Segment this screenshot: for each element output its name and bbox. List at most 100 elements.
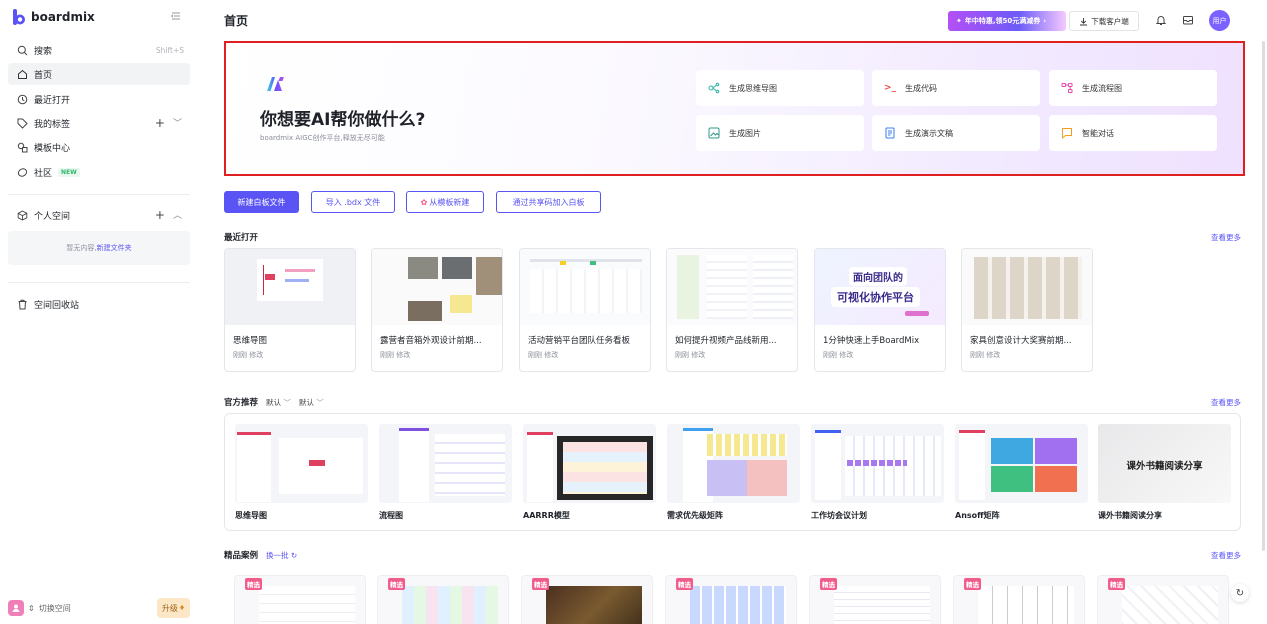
ai-action-slides[interactable]: 生成演示文稿	[872, 115, 1040, 151]
recent-see-more-link[interactable]: 查看更多	[1211, 232, 1241, 243]
new-board-button[interactable]: 新建白板文件	[224, 191, 299, 213]
recent-card[interactable]: 面向团队的 可视化协作平台 1分钟快速上手BoardMix 刚刚 修改	[814, 248, 946, 372]
recent-card[interactable]: 活动营销平台团队任务看板 刚刚 修改	[519, 248, 651, 372]
brand-logo[interactable]: boardmix	[12, 9, 95, 25]
featured-thumbnail	[402, 586, 498, 624]
ai-action-image[interactable]: 生成图片	[696, 115, 864, 151]
new-folder-link[interactable]: 新建文件夹	[97, 243, 132, 253]
ai-action-chat[interactable]: 智能对话	[1049, 115, 1217, 151]
template-card[interactable]: 流程图	[379, 424, 512, 522]
template-name: 思维导图	[235, 511, 267, 520]
thumb-line-1: 面向团队的	[849, 267, 907, 286]
sidebar-item-recent[interactable]: 最近打开	[8, 88, 190, 110]
ai-action-label: 生成思维导图	[729, 83, 777, 93]
new-badge: NEW	[58, 167, 80, 177]
template-card[interactable]: Ansoff矩阵	[955, 424, 1088, 522]
chevron-down-icon[interactable]: ﹀	[173, 116, 182, 130]
filter-label: 默认	[298, 397, 314, 407]
recent-card-time: 刚刚 修改	[970, 351, 1001, 359]
templates-filter-2[interactable]: 默认 ﹀	[299, 397, 324, 408]
promo-text: 年中特惠,领50元满减券	[964, 17, 1041, 25]
thumb-line-2: 可视化协作平台	[831, 287, 920, 307]
empty-text: 暂无内容,	[66, 244, 97, 252]
recent-card[interactable]: 如何提升视频产品线新用... 刚刚 修改	[666, 248, 798, 372]
space-avatar[interactable]	[8, 600, 24, 616]
featured-card[interactable]: 精选	[809, 575, 941, 624]
ai-action-mindmap[interactable]: 生成思维导图	[696, 70, 864, 106]
from-template-label: 从模板新建	[429, 197, 470, 207]
ai-action-flowchart[interactable]: 生成流程图	[1049, 70, 1217, 106]
featured-see-more-link[interactable]: 查看更多	[1211, 550, 1241, 561]
promo-arrow-icon: ›	[1043, 17, 1047, 25]
sidebar-item-label: 搜索	[34, 46, 53, 57]
recent-card[interactable]: 家具创意设计大奖赛前期... 刚刚 修改	[961, 248, 1093, 372]
refresh-batch-button[interactable]: 换一批 ↻	[266, 550, 297, 561]
template-name: 课外书籍阅读分享	[1098, 511, 1162, 520]
template-name: Ansoff矩阵	[955, 511, 1000, 520]
recent-card-name: 家具创意设计大奖赛前期...	[970, 336, 1072, 346]
tag-icon	[16, 117, 28, 129]
template-card[interactable]: 思维导图	[235, 424, 368, 522]
join-by-code-button[interactable]: 通过共享码加入白板	[496, 191, 601, 213]
featured-card[interactable]: 精选	[377, 575, 509, 624]
ai-action-label: 生成图片	[729, 128, 761, 138]
sidebar-item-community[interactable]: 社区 NEW	[8, 161, 190, 183]
user-avatar[interactable]: 用户	[1209, 10, 1230, 31]
featured-card[interactable]: 精选	[1097, 575, 1229, 624]
template-thumbnail	[523, 424, 656, 503]
download-label: 下载客户端	[1091, 16, 1129, 26]
template-card[interactable]: 需求优先级矩阵	[667, 424, 800, 522]
sidebar-item-home[interactable]: 首页	[8, 63, 190, 85]
sidebar-item-trash[interactable]: 空间回收站	[8, 293, 190, 315]
featured-tag: 精选	[964, 578, 981, 590]
refresh-label: 换一批	[266, 550, 289, 560]
sidebar-item-search[interactable]: 搜索 Shift+S	[8, 39, 190, 61]
recent-card[interactable]: 思维导图 刚刚 修改	[224, 248, 356, 372]
featured-tag: 精选	[532, 578, 549, 590]
ai-action-code[interactable]: >_ 生成代码	[872, 70, 1040, 106]
template-icon	[16, 141, 28, 153]
featured-section-title: 精品案例 换一批 ↻	[224, 549, 297, 562]
featured-tag: 精选	[676, 578, 693, 590]
download-client-button[interactable]: 下载客户端	[1069, 11, 1139, 31]
featured-card[interactable]: 精选	[521, 575, 653, 624]
sidebar-item-personal-space[interactable]: 个人空间 + ︿	[8, 204, 190, 226]
switch-space-button[interactable]: 切换空间	[39, 603, 71, 614]
template-thumbnail	[235, 424, 368, 503]
recent-card-name: 活动营销平台团队任务看板	[528, 336, 631, 346]
chevron-up-icon[interactable]: ︿	[173, 208, 182, 222]
app-root: boardmix 搜索 Shift+S 首页 最近打开 我的标签 + ﹀ 模板中…	[0, 0, 1267, 624]
ai-action-label: 生成代码	[905, 83, 937, 93]
import-bdx-button[interactable]: 导入 .bdx 文件	[311, 191, 395, 213]
sidebar-divider	[8, 194, 190, 195]
template-card[interactable]: AARRR模型	[523, 424, 656, 522]
add-tag-icon[interactable]: +	[155, 116, 165, 130]
from-template-button[interactable]: ✿ 从模板新建	[406, 191, 484, 213]
featured-thumbnail	[259, 586, 355, 624]
boardmix-logo-icon	[13, 9, 25, 25]
template-card[interactable]: 工作坊会议计划	[811, 424, 944, 522]
featured-tag: 精选	[820, 578, 837, 590]
inbox-icon[interactable]	[1181, 13, 1195, 27]
page-scrollbar[interactable]	[1262, 41, 1265, 551]
template-card[interactable]: 课外书籍阅读分享 课外书籍阅读分享	[1098, 424, 1231, 522]
templates-section-title: 官方推荐 默认 ﹀ 默认 ﹀	[224, 396, 324, 409]
add-folder-icon[interactable]: +	[155, 208, 165, 222]
recent-card[interactable]: 露营者音箱外观设计前期... 刚刚 修改	[371, 248, 503, 372]
sidebar-item-tags[interactable]: 我的标签 + ﹀	[8, 112, 190, 134]
promo-banner[interactable]: ✦ 年中特惠,领50元满减券 ›	[948, 11, 1066, 31]
upgrade-button[interactable]: 升级 ♦	[157, 598, 190, 618]
sidebar-item-templates[interactable]: 模板中心	[8, 136, 190, 158]
mindmap-icon	[708, 82, 720, 94]
collapse-sidebar-icon[interactable]	[170, 10, 182, 22]
featured-tag: 精选	[1108, 578, 1125, 590]
featured-thumbnail	[690, 586, 786, 624]
featured-card[interactable]: 精选	[234, 575, 366, 624]
featured-card[interactable]: 精选	[953, 575, 1085, 624]
bell-icon[interactable]	[1154, 13, 1168, 27]
featured-card[interactable]: 精选	[665, 575, 797, 624]
filter-label: 默认	[266, 397, 282, 407]
templates-see-more-link[interactable]: 查看更多	[1211, 397, 1241, 408]
refresh-float-button[interactable]: ↻	[1231, 584, 1249, 602]
templates-filter-1[interactable]: 默认 ﹀	[266, 397, 291, 408]
